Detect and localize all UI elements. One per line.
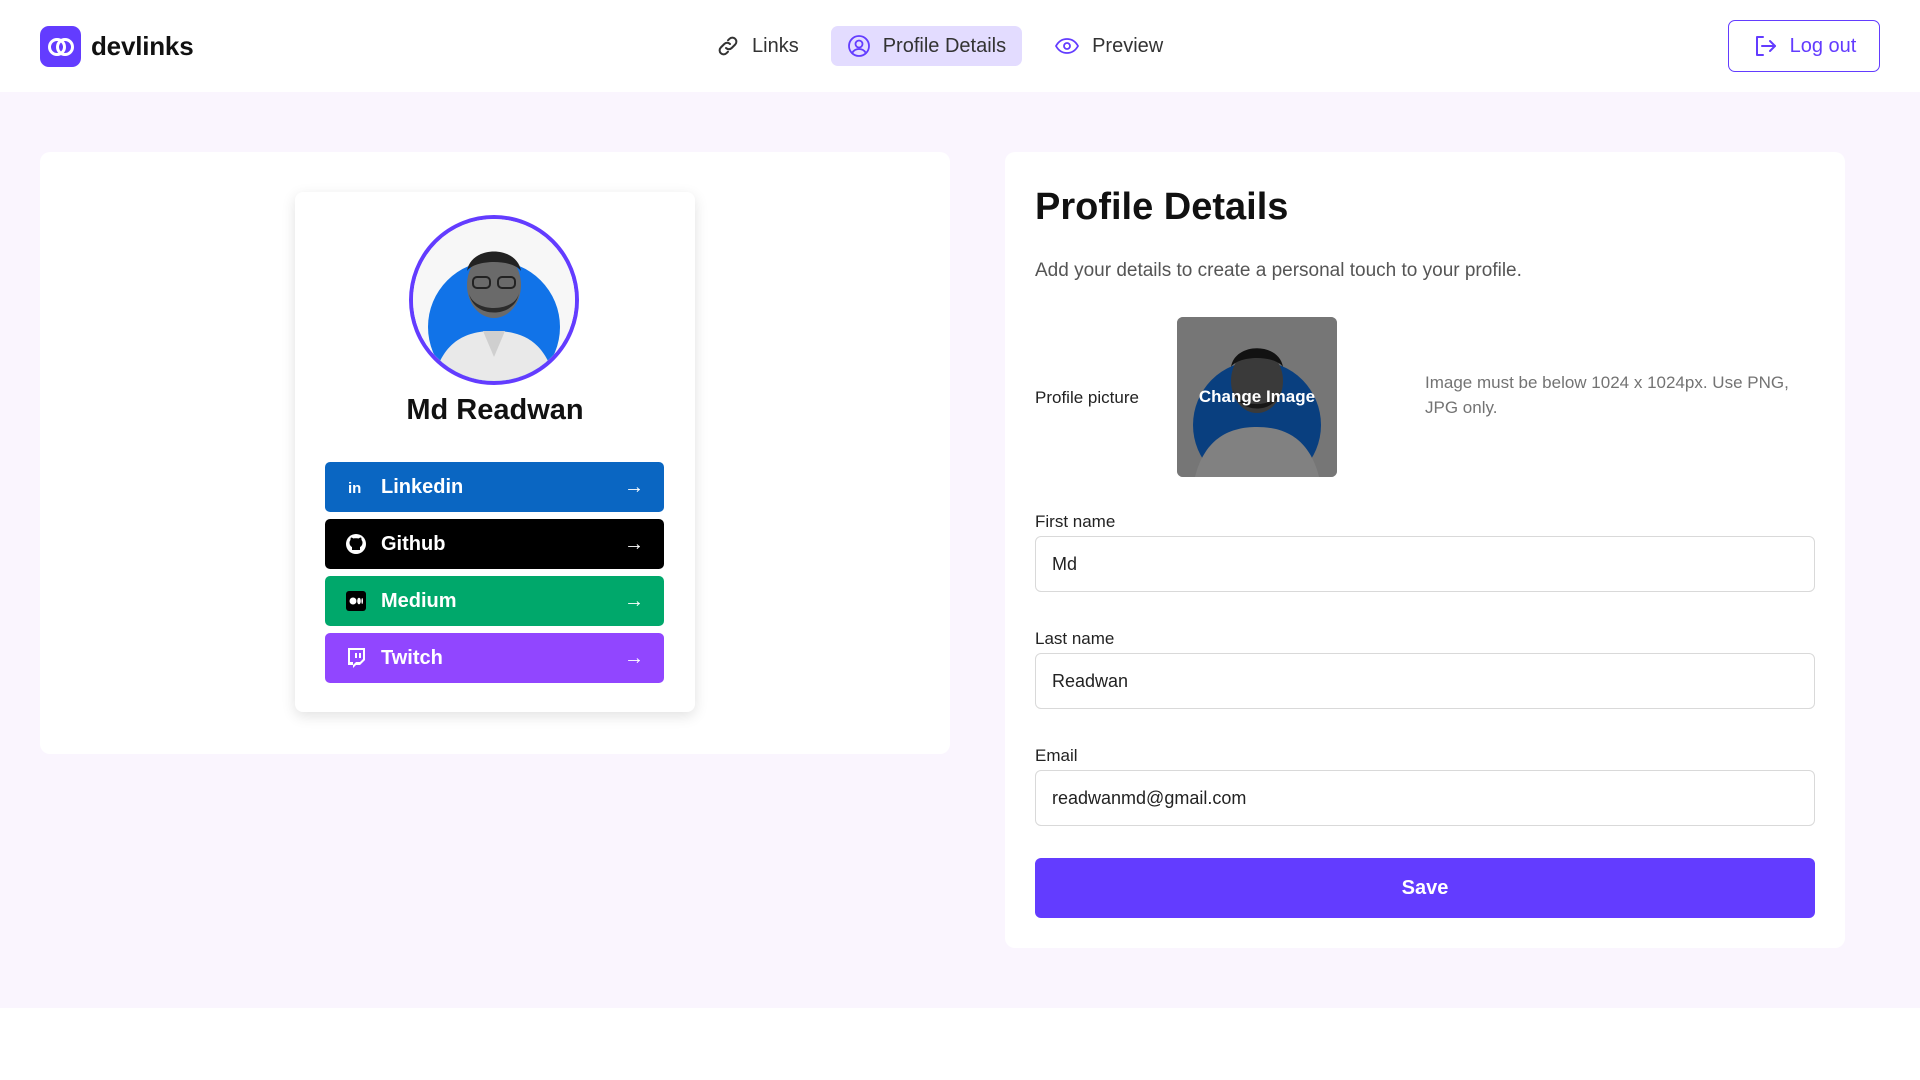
change-image-label: Change Image (1198, 387, 1316, 406)
avatar-photo (413, 219, 575, 381)
last-name-field[interactable] (1035, 653, 1815, 709)
link-button-github[interactable]: Github → (325, 519, 664, 569)
linkedin-icon: in (345, 476, 367, 498)
brand-name: devlinks (91, 31, 194, 61)
preview-panel: Md Readwan in Linkedin → Github → Medium… (40, 152, 950, 754)
profile-full-name: Md Readwan (406, 394, 584, 426)
github-icon (345, 533, 367, 555)
arrow-right-icon: → (624, 475, 644, 498)
medium-icon (345, 590, 367, 612)
email-field[interactable] (1035, 770, 1815, 826)
link-button-linkedin[interactable]: in Linkedin → (325, 462, 664, 512)
tab-profile-details-label: Profile Details (882, 34, 1007, 57)
link-icon (718, 36, 738, 56)
profile-preview-card: Md Readwan in Linkedin → Github → Medium… (295, 192, 695, 712)
page-title: Profile Details (1035, 186, 1289, 228)
link-label: Github (381, 532, 446, 555)
avatar (409, 215, 579, 385)
profile-picture-label: Profile picture (1035, 388, 1139, 407)
arrow-right-icon: → (624, 532, 644, 555)
brand[interactable]: devlinks (40, 26, 194, 67)
profile-details-form: Profile Details Add your details to crea… (1005, 152, 1845, 948)
link-button-medium[interactable]: Medium → (325, 576, 664, 626)
tab-preview[interactable]: Preview (1038, 26, 1179, 66)
devlinks-logo-icon (40, 26, 81, 67)
user-circle-icon (847, 35, 870, 57)
logout-label: Log out (1789, 34, 1857, 57)
link-label: Linkedin (381, 475, 464, 498)
tab-profile-details[interactable]: Profile Details (830, 26, 1023, 66)
first-name-field[interactable] (1035, 536, 1815, 592)
top-bar: devlinks Links Profile Details Preview L… (0, 0, 1920, 92)
tab-links-label: Links (752, 34, 799, 57)
tab-links[interactable]: Links (700, 26, 815, 66)
change-image-overlay[interactable]: Change Image (1177, 317, 1337, 477)
tab-preview-label: Preview (1092, 34, 1164, 57)
link-label: Twitch (381, 646, 443, 669)
main-area: Md Readwan in Linkedin → Github → Medium… (0, 92, 1920, 1008)
logout-icon (1755, 36, 1776, 56)
svg-text:in: in (348, 480, 361, 497)
last-name-label: Last name (1035, 629, 1115, 648)
main-nav: Links Profile Details Preview (700, 26, 1179, 66)
arrow-right-icon: → (624, 589, 644, 612)
first-name-label: First name (1035, 512, 1116, 531)
link-label: Medium (381, 589, 457, 612)
arrow-right-icon: → (624, 646, 644, 669)
link-button-twitch[interactable]: Twitch → (325, 633, 664, 683)
twitch-icon (345, 647, 367, 669)
eye-icon (1055, 38, 1080, 54)
logout-button[interactable]: Log out (1728, 20, 1880, 72)
page-subtitle: Add your details to create a personal to… (1035, 260, 1522, 281)
profile-picture-hint: Image must be below 1024 x 1024px. Use P… (1425, 373, 1789, 417)
save-button[interactable]: Save (1035, 858, 1815, 918)
profile-picture-upload[interactable]: Change Image (1177, 317, 1337, 477)
profile-links-list: in Linkedin → Github → Medium → Twitch → (325, 462, 664, 690)
email-label: Email (1035, 746, 1078, 765)
